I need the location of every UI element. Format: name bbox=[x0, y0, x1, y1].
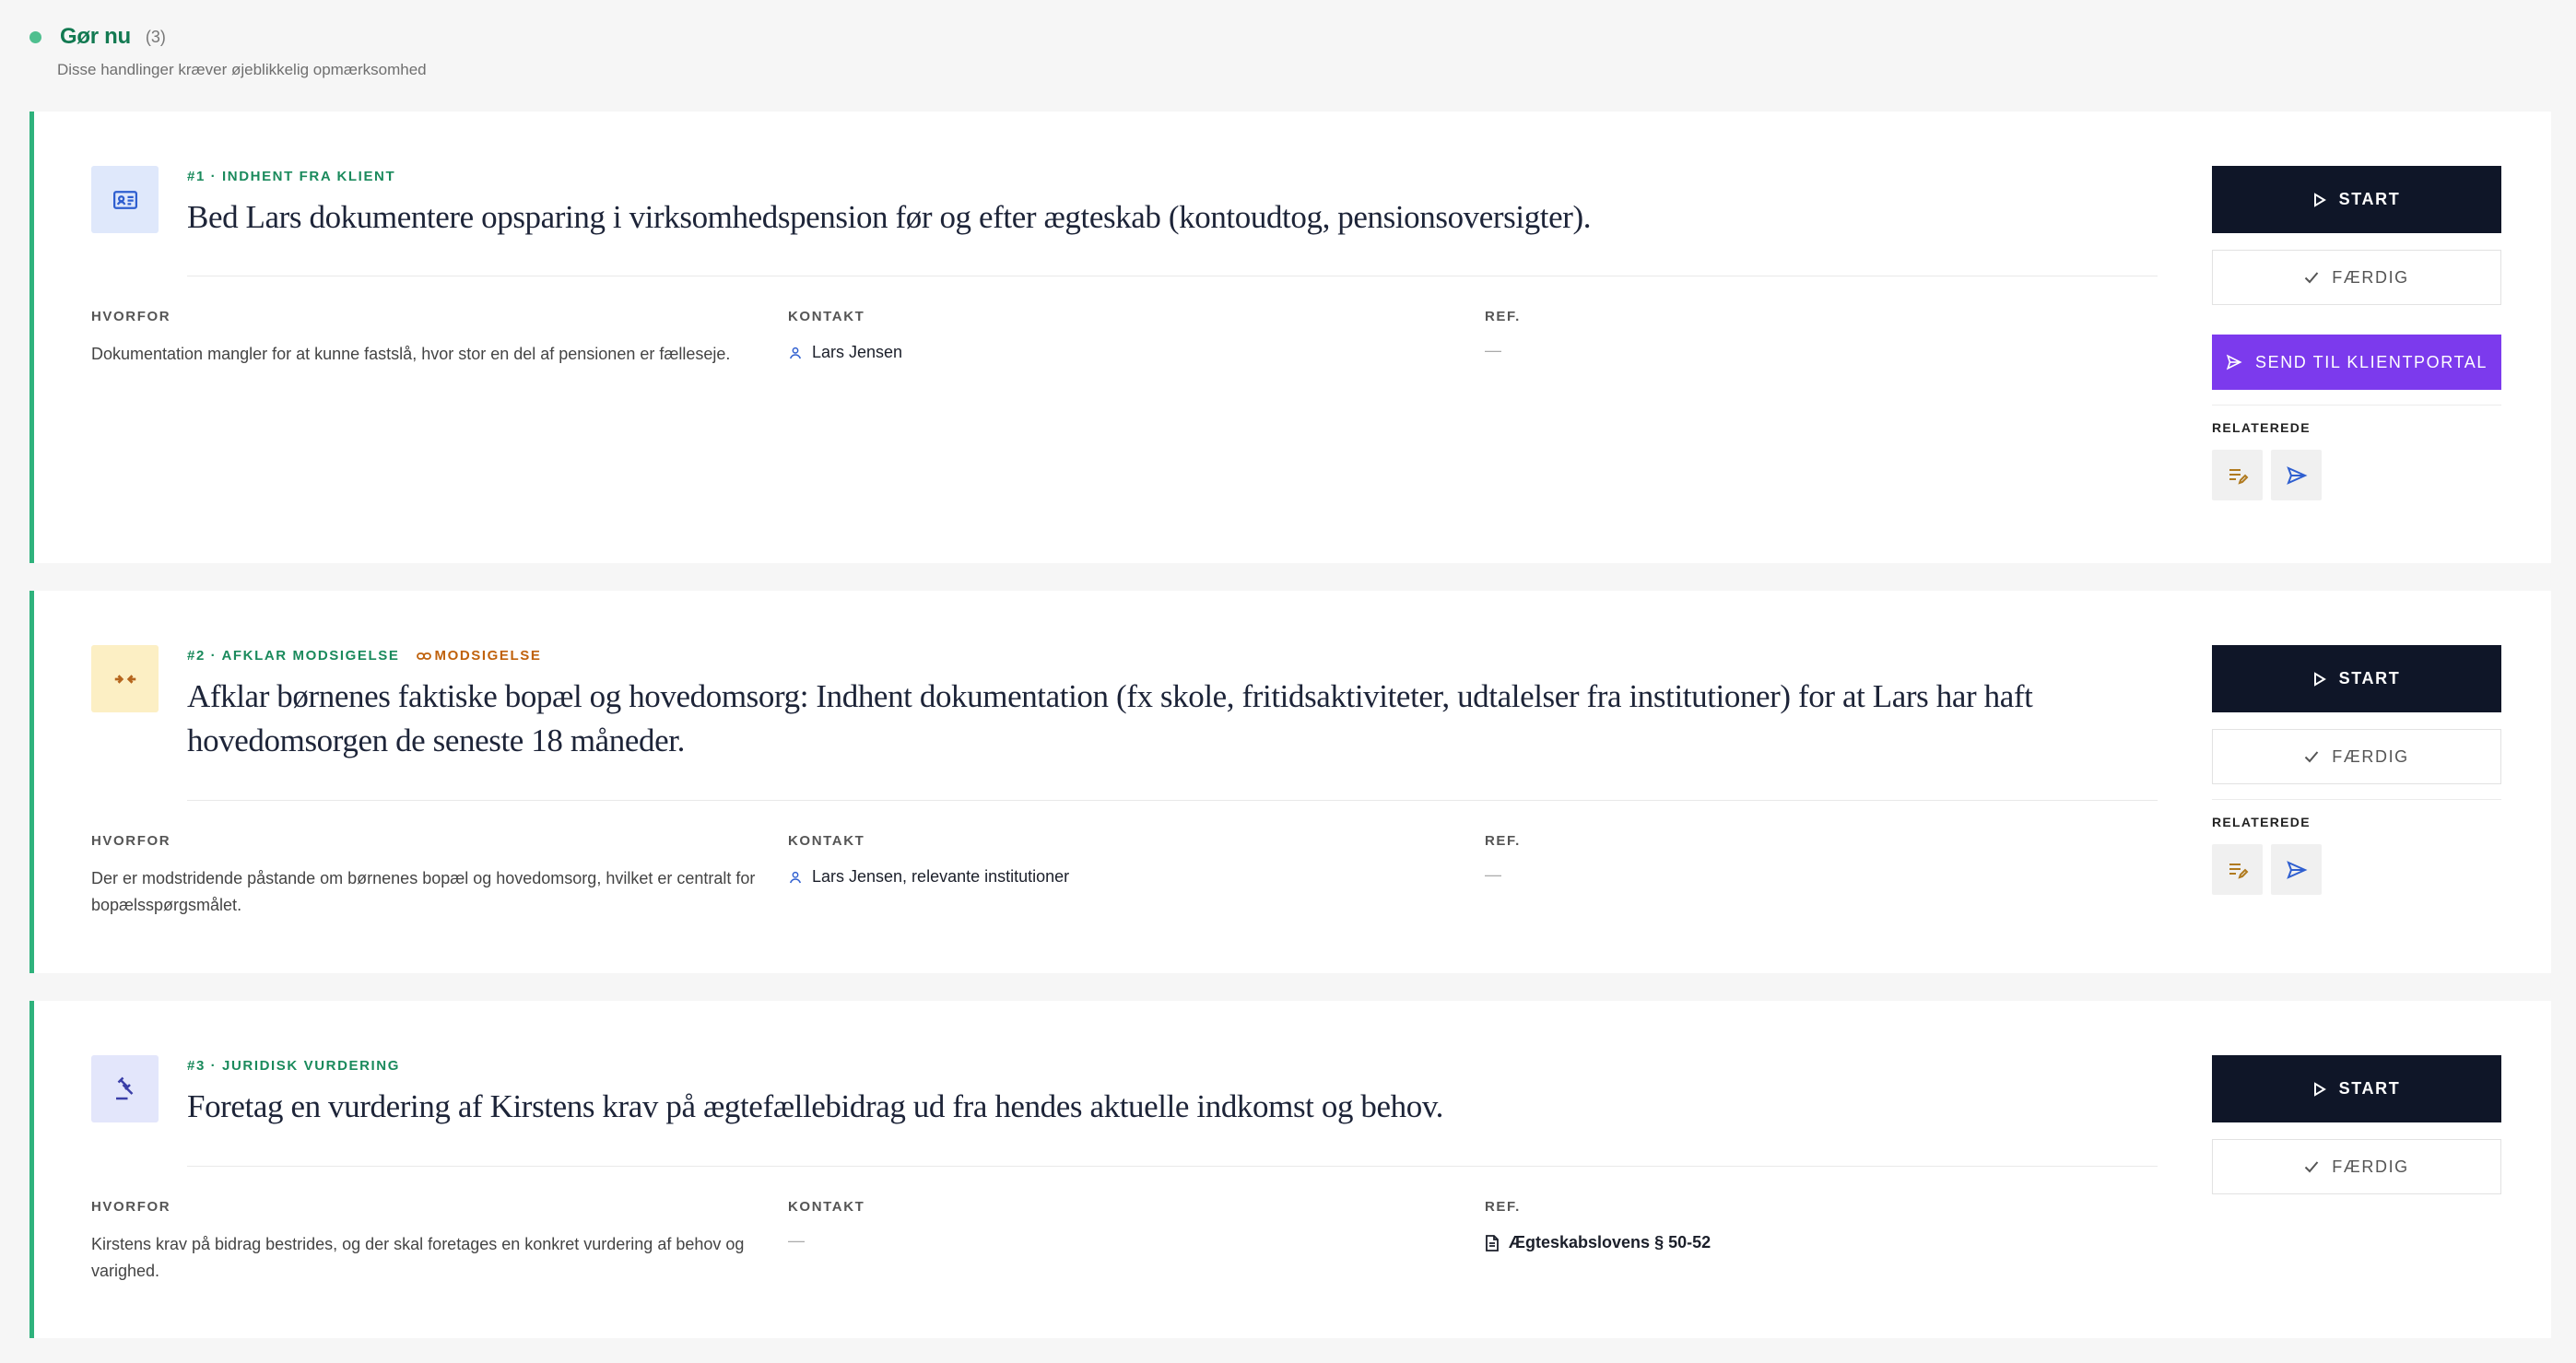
id-card-icon bbox=[112, 190, 137, 209]
play-icon bbox=[2313, 1081, 2326, 1097]
send-to-portal-button[interactable]: SEND TIL KLIENTPORTAL bbox=[2212, 335, 2501, 390]
task-title: Foretag en vurdering af Kirstens krav på… bbox=[187, 1088, 1444, 1124]
done-button[interactable]: FÆRDIG bbox=[2212, 250, 2501, 305]
task-tag: #3 · JURIDISK VURDERING bbox=[187, 1058, 401, 1074]
ref-value: — bbox=[1485, 865, 1501, 884]
ref-column: REF. — bbox=[1485, 309, 2130, 360]
gavel-icon bbox=[115, 1076, 133, 1099]
status-dot bbox=[29, 30, 41, 43]
related-icons bbox=[2212, 844, 2501, 895]
contact-value: Lars Jensen, relevante institutioner bbox=[788, 867, 1433, 887]
contact-value: Lars Jensen bbox=[788, 343, 1433, 362]
start-button[interactable]: START bbox=[2212, 166, 2501, 233]
task-icon-box bbox=[91, 645, 159, 712]
divider bbox=[187, 1166, 2158, 1167]
task-card-1: #1 · INDHENT FRA KLIENT Bed Lars dokumen… bbox=[29, 112, 2551, 563]
notes-edit-icon bbox=[2229, 468, 2248, 485]
task-card-3: #3 · JURIDISK VURDERING Foretag en vurde… bbox=[29, 1001, 2551, 1338]
document-icon bbox=[1486, 1234, 1499, 1251]
contact-column: KONTAKT — bbox=[788, 1199, 1433, 1251]
ref-value[interactable]: Ægteskabslovens § 50-52 bbox=[1485, 1233, 2130, 1252]
ref-column: REF. — bbox=[1485, 833, 2130, 885]
contact-label: KONTAKT bbox=[788, 833, 865, 849]
ref-label: REF. bbox=[1485, 833, 1521, 849]
task-title: Bed Lars dokumentere opsparing i virksom… bbox=[187, 199, 1592, 235]
why-column: HVORFOR Der er modstridende påstande om … bbox=[91, 833, 801, 919]
why-text: Dokumentation mangler for at kunne fasts… bbox=[91, 345, 731, 363]
done-button[interactable]: FÆRDIG bbox=[2212, 1139, 2501, 1194]
task-title: Afklar børnenes faktiske bopæl og hovedo… bbox=[187, 678, 2033, 758]
why-text: Der er modstridende påstande om børnenes… bbox=[91, 869, 756, 914]
task-card-2: #2 · AFKLAR MODSIGELSE MODSIGELSE Afklar… bbox=[29, 591, 2551, 973]
ref-link: Ægteskabslovens § 50-52 bbox=[1509, 1233, 1711, 1251]
task-tag: #2 · AFKLAR MODSIGELSE bbox=[187, 648, 400, 664]
ref-label: REF. bbox=[1485, 309, 1521, 324]
play-icon bbox=[2313, 192, 2326, 207]
notes-edit-icon bbox=[2229, 863, 2248, 879]
section-header: Gør nu (3) Disse handlinger kræver øjebl… bbox=[29, 24, 427, 79]
link-icon bbox=[416, 652, 431, 660]
check-icon bbox=[2304, 751, 2319, 763]
related-send-button[interactable] bbox=[2271, 450, 2322, 500]
person-icon bbox=[789, 871, 802, 883]
why-column: HVORFOR Dokumentation mangler for at kun… bbox=[91, 309, 755, 368]
send-icon bbox=[2286, 860, 2307, 879]
contact-name: Lars Jensen, relevante institutioner bbox=[812, 867, 1070, 886]
ref-column: REF. Ægteskabslovens § 50-52 bbox=[1485, 1199, 2130, 1252]
related-label: RELATEREDE bbox=[2212, 405, 2501, 435]
related-notes-button[interactable] bbox=[2212, 450, 2263, 500]
related-icons bbox=[2212, 450, 2501, 500]
done-button[interactable]: FÆRDIG bbox=[2212, 729, 2501, 784]
contact-value: — bbox=[788, 1231, 805, 1250]
task-actions: START FÆRDIG SEND TIL KLIENTPORTAL RELAT… bbox=[2212, 166, 2501, 500]
contact-name: Lars Jensen bbox=[812, 343, 903, 361]
ref-value: — bbox=[1485, 341, 1501, 359]
contact-label: KONTAKT bbox=[788, 309, 865, 324]
ref-label: REF. bbox=[1485, 1199, 1521, 1215]
why-text: Kirstens krav på bidrag bestrides, og de… bbox=[91, 1235, 745, 1280]
task-actions: START FÆRDIG RELATEREDE bbox=[2212, 645, 2501, 895]
check-icon bbox=[2304, 1161, 2319, 1173]
contact-column: KONTAKT Lars Jensen, relevante instituti… bbox=[788, 833, 1433, 887]
start-button[interactable]: START bbox=[2212, 645, 2501, 712]
section-title: Gør nu bbox=[60, 24, 131, 49]
section-count: (3) bbox=[145, 27, 166, 46]
related-send-button[interactable] bbox=[2271, 844, 2322, 895]
compress-arrows-icon bbox=[114, 674, 135, 684]
related-label: RELATEREDE bbox=[2212, 799, 2501, 829]
task-icon-box bbox=[91, 166, 159, 233]
start-button[interactable]: START bbox=[2212, 1055, 2501, 1122]
divider bbox=[187, 800, 2158, 801]
why-label: HVORFOR bbox=[91, 833, 171, 849]
contact-column: KONTAKT Lars Jensen bbox=[788, 309, 1433, 362]
send-icon bbox=[2226, 354, 2242, 370]
related-notes-button[interactable] bbox=[2212, 844, 2263, 895]
contact-label: KONTAKT bbox=[788, 1199, 865, 1215]
why-column: HVORFOR Kirstens krav på bidrag bestride… bbox=[91, 1199, 801, 1285]
task-icon-box bbox=[91, 1055, 159, 1122]
play-icon bbox=[2313, 671, 2326, 687]
person-icon bbox=[789, 347, 802, 358]
task-actions: START FÆRDIG bbox=[2212, 1055, 2501, 1194]
why-label: HVORFOR bbox=[91, 309, 171, 324]
task-tag: #1 · INDHENT FRA KLIENT bbox=[187, 169, 396, 184]
send-icon bbox=[2286, 465, 2307, 485]
why-label: HVORFOR bbox=[91, 1199, 171, 1215]
section-subtitle: Disse handlinger kræver øjeblikkelig opm… bbox=[57, 61, 427, 78]
check-icon bbox=[2304, 272, 2319, 284]
contradiction-badge: MODSIGELSE bbox=[416, 648, 542, 664]
